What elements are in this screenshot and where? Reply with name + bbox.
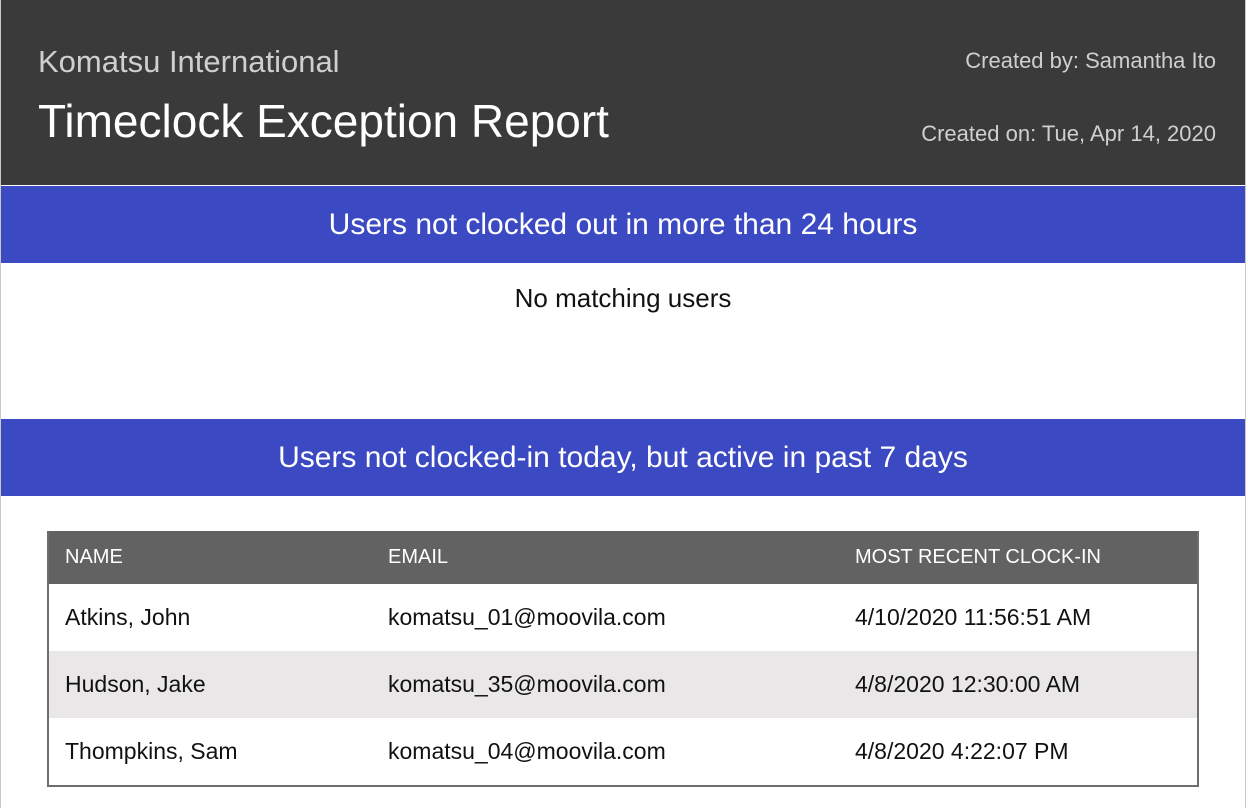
users-table: NAME EMAIL MOST RECENT CLOCK-IN Atkins, … [49, 531, 1197, 785]
cell-name: Atkins, John [65, 604, 191, 630]
created-by-value: Samantha Ito [1085, 48, 1216, 73]
cell-email: komatsu_01@moovila.com [388, 604, 666, 630]
created-by-label: Created by: [965, 48, 1079, 73]
created-on: Created on: Tue, Apr 14, 2020 [921, 121, 1216, 147]
column-header-most-recent-clock-in: MOST RECENT CLOCK-IN [839, 531, 1197, 584]
company-name: Komatsu International [38, 44, 340, 79]
created-on-label: Created on: [921, 121, 1037, 146]
users-table-container: NAME EMAIL MOST RECENT CLOCK-IN Atkins, … [47, 531, 1199, 787]
cell-clock-in: 4/10/2020 11:56:51 AM [855, 604, 1092, 630]
cell-name: Hudson, Jake [49, 651, 372, 718]
report-page: Komatsu International Timeclock Exceptio… [0, 0, 1246, 808]
report-header: Komatsu International Timeclock Exceptio… [1, 0, 1245, 185]
empty-message: No matching users [514, 283, 732, 313]
cell-clock-in: 4/8/2020 12:30:00 AM [839, 651, 1197, 718]
cell-email: komatsu_04@moovila.com [388, 738, 666, 764]
cell-email: komatsu_35@moovila.com [372, 651, 839, 718]
section-title-not-clocked-out: Users not clocked out in more than 24 ho… [1, 186, 1245, 263]
created-by: Created by: Samantha Ito [965, 48, 1216, 74]
created-on-value: Tue, Apr 14, 2020 [1041, 121, 1216, 146]
table-header-row: NAME EMAIL MOST RECENT CLOCK-IN [49, 531, 1197, 584]
cell-clock-in: 4/8/2020 4:22:07 PM [855, 738, 1069, 764]
report-title: Timeclock Exception Report [38, 95, 609, 147]
section-title-not-clocked-in: Users not clocked-in today, but active i… [1, 419, 1245, 496]
table-row: Thompkins, Sam komatsu_04@moovila.com 4/… [49, 718, 1197, 785]
table-row: Atkins, John komatsu_01@moovila.com 4/10… [49, 584, 1197, 651]
table-row: Hudson, Jake komatsu_35@moovila.com 4/8/… [49, 651, 1197, 718]
cell-name: Thompkins, Sam [65, 738, 238, 764]
column-header-email: EMAIL [372, 531, 839, 584]
column-header-name: NAME [49, 531, 372, 584]
